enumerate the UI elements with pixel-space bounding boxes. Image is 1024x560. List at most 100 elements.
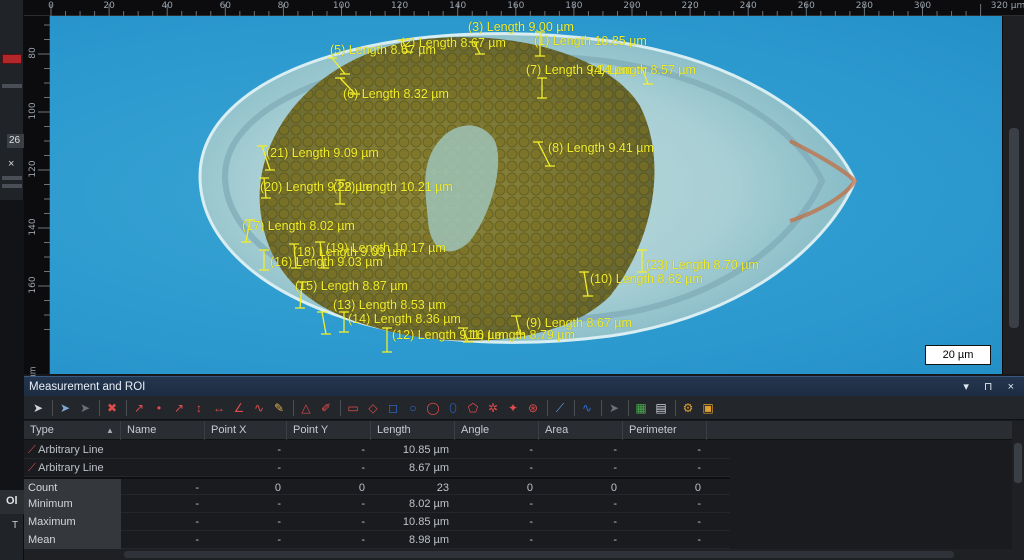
column-header-point-x[interactable]: Point X [205,421,287,440]
measurement-label[interactable]: (21) Length 9.09 µm [266,146,379,160]
toolbar-glyph: ◻ [388,401,398,415]
toolbar-glyph: ⚙ [682,401,694,415]
measurement-label[interactable]: (12) Length 9.16 µm [392,328,505,342]
flag-icon[interactable] [2,54,22,64]
measurement-label[interactable]: (17) Length 8.02 µm [242,219,355,233]
table-row[interactable]: ⟋ Arbitrary Line - - 8.67 µm - - - [24,459,730,477]
measurement-label[interactable]: (1) Length 10.85 µm [534,34,647,48]
toolbar-separator [628,400,629,416]
pointer-disabled-icon[interactable]: ➤ [77,400,93,416]
toolbar-glyph: ⬯ [449,401,457,415]
toolbar-glyph: ◇ [368,401,378,415]
measurement-label[interactable]: (3) Length 9.00 µm [468,20,574,34]
cell-type-label: Arbitrary Line [38,444,104,456]
line-tool-icon[interactable]: ↗ [131,400,147,416]
measurement-label[interactable]: (7) Length 9.14 µm [526,63,632,77]
microscope-image-view[interactable]: (1) Length 10.85 µm (2) Length 8.67 µm (3)… [50,16,1002,374]
toolbar-glyph: ∠ [233,401,245,415]
measurement-line[interactable] [321,311,327,335]
ruler-x-label: 180 [565,1,583,11]
edit-tool-icon[interactable]: ✐ [318,400,334,416]
toolbar-glyph: ∿ [253,401,265,415]
pin-disabled-icon[interactable]: ➤ [606,400,622,416]
image-scrollbar[interactable] [1002,16,1024,374]
table-row[interactable]: ⟋ Arbitrary Line - - 10.85 µm - - - [24,441,730,459]
triangle-tool-icon[interactable]: △ [298,400,314,416]
ellipse-roi-icon[interactable]: ◯ [425,400,441,416]
column-header-area[interactable]: Area [539,421,623,440]
ruler-y-label: 140 [28,218,38,236]
column-header-point-y[interactable]: Point Y [287,421,371,440]
table-vertical-scrollbar[interactable] [1012,421,1024,560]
vertical-ruler: µm 80 100 120 140 160 [24,16,50,379]
profile-icon[interactable]: ∿ [579,400,595,416]
vertical-line-icon[interactable]: ↕ [191,400,207,416]
delete-measure-icon[interactable]: ✖ [104,400,120,416]
ruler-x-label: 140 [449,1,467,11]
cell-area: - [613,444,617,456]
point-tool-icon[interactable]: • [151,400,167,416]
polyline-tool-icon[interactable]: ↗ [171,400,187,416]
measurement-label[interactable]: (19) Length 10.17 µm [326,241,446,255]
measurement-label[interactable]: (23) Length 8.70 µm [646,258,759,272]
measurement-label[interactable]: (13) Length 8.53 µm [333,298,446,312]
pointer-settings-icon[interactable]: ➤ [57,400,73,416]
angle-tool-icon[interactable]: ∠ [231,400,247,416]
dock-handle-2[interactable] [2,176,22,180]
rotated-rect-icon[interactable]: ◇ [365,400,381,416]
summary-name: - [195,516,199,528]
curve-tool-icon[interactable]: ∿ [251,400,267,416]
auto-roi-icon[interactable]: ⊛ [525,400,541,416]
copy-table-icon[interactable]: ▤ [653,400,669,416]
horizontal-ruler: 0 20 40 60 80 100 120 140 160 180 200 220 240 260 280 3… [24,0,1024,16]
select-pointer-icon[interactable]: ➤ [30,400,46,416]
cell-py: - [361,444,365,456]
measurement-label[interactable]: (6) Length 8.32 µm [343,87,449,101]
table-header: Type ▲ Name Point X Point Y Length Angle… [24,421,1014,440]
toolbar-glyph: ➤ [79,401,91,415]
table-hscroll-thumb[interactable] [124,551,954,558]
summary-angle: - [529,498,533,510]
summary-py: - [361,534,365,546]
circle-roi-icon[interactable]: ○ [405,400,421,416]
summary-label: Maximum [24,513,121,531]
freehand-roi-icon[interactable]: ⬯ [445,400,461,416]
panel-window-controls[interactable]: ▾ ⊓ × [963,377,1020,397]
polygon-roi-icon[interactable]: ⬠ [465,400,481,416]
line-type-icon: ⟋ [28,444,39,456]
column-header-perimeter[interactable]: Perimeter [623,421,707,440]
measurement-label[interactable]: (15) Length 8.87 µm [295,279,408,293]
toolbar-glyph: ∿ [581,401,593,415]
square-roi-icon[interactable]: ◻ [385,400,401,416]
export-excel-icon[interactable]: ▦ [633,400,649,416]
measurement-label[interactable]: (10) Length 8.62 µm [590,272,703,286]
measurement-label[interactable]: (14) Length 8.36 µm [348,312,461,326]
pencil-tool-icon[interactable]: ✎ [271,400,287,416]
ruler-x-label: 120 [391,1,409,11]
summary-name: - [195,498,199,510]
gear-roi-icon[interactable]: ✲ [485,400,501,416]
options-icon[interactable]: ▣ [700,400,716,416]
close-icon[interactable]: × [8,158,14,170]
table-horizontal-scrollbar[interactable] [24,549,1014,560]
measurement-label[interactable]: (5) Length 8.67 µm [330,43,436,57]
column-header-name[interactable]: Name [121,421,205,440]
calibrate-icon[interactable]: ⟋ [552,400,568,416]
dock-handle[interactable] [2,84,22,88]
column-header-angle[interactable]: Angle [455,421,539,440]
image-scroll-thumb[interactable] [1009,128,1019,328]
summary-row: Minimum - - - 8.02 µm - - - [24,495,730,513]
settings-icon[interactable]: ⚙ [680,400,696,416]
toolbar-glyph: ○ [409,401,417,415]
wand-roi-icon[interactable]: ✦ [505,400,521,416]
measurement-label[interactable]: (8) Length 9.41 µm [548,141,654,155]
table-vscroll-thumb[interactable] [1014,443,1022,483]
summary-area: - [613,516,617,528]
column-header-type[interactable]: Type ▲ [24,421,121,440]
summary-area: - [613,498,617,510]
measurement-label[interactable]: (22) Length 10.21 µm [333,180,453,194]
dock-handle-3[interactable] [2,184,22,188]
horizontal-line-icon[interactable]: ↔ [211,400,227,416]
rectangle-roi-icon[interactable]: ▭ [345,400,361,416]
column-header-length[interactable]: Length [371,421,455,440]
